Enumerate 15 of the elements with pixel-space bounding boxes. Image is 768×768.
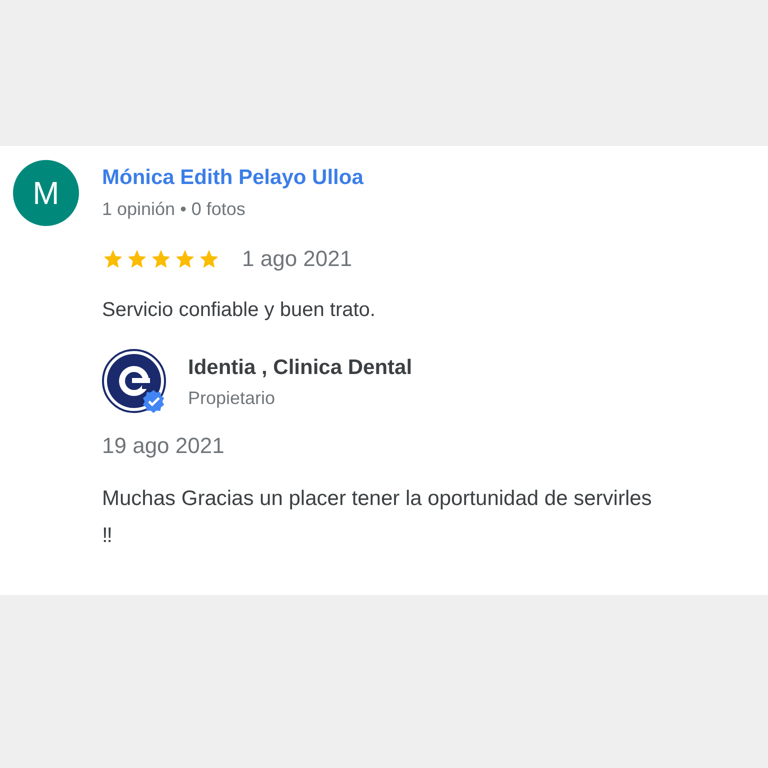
reply-date: 19 ago 2021 [102, 432, 226, 460]
star-icon [150, 248, 172, 270]
owner-name: Identia , Clinica Dental [188, 355, 412, 381]
star-icon [198, 248, 220, 270]
review-text: Servicio confiable y buen trato. [102, 298, 376, 323]
author-stats: 1 opinión • 0 fotos [102, 198, 246, 221]
star-icon [126, 248, 148, 270]
author-name[interactable]: Mónica Edith Pelayo Ulloa [102, 160, 652, 196]
clinic-logo-icon [102, 349, 166, 413]
avatar: M [13, 160, 79, 226]
star-icon [174, 248, 196, 270]
reply-text: Muchas Gracias un placer tener la oportunidad de servirles ‼ [102, 486, 652, 549]
review-date: 1 ago 2021 [242, 245, 352, 273]
owner-role: Propietario [188, 387, 276, 410]
star-icon [102, 248, 124, 270]
